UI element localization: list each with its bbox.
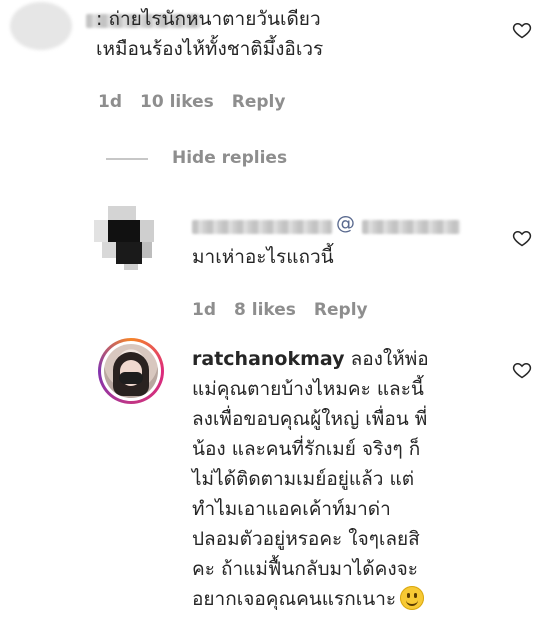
comment-time: 1d <box>98 92 122 112</box>
reply-line: ไม่ได้ติดตามเมย์อยู่แล้ว แต่ <box>192 468 415 490</box>
reply-meta: 1d 8 likes Reply <box>192 300 386 320</box>
reply-line: ปลอมตัวอยู่หรอคะ ใจๆเลยสิ <box>192 528 420 550</box>
hide-replies-button[interactable]: Hide replies <box>172 148 287 168</box>
comment-text: : ถ่ายไรนักหนาตายวันเดียว เหมือนร้องไห้ท… <box>96 8 324 60</box>
mention-redacted[interactable] <box>362 220 460 234</box>
like-heart-icon[interactable] <box>512 360 532 380</box>
reply-button[interactable]: Reply <box>232 92 286 112</box>
reply-line: น้อง และคนที่รักเมย์ จริงๆ ก็ <box>192 438 421 460</box>
reply-line: ทำไมเอาแอคเค้าท์มาด่า <box>192 498 391 520</box>
replies-divider <box>106 158 148 160</box>
reply-line: อยากเจอคุณคนแรกเนาะ <box>192 588 397 610</box>
avatar-story-ring[interactable] <box>98 338 164 404</box>
smiling-face-emoji-icon <box>400 586 425 610</box>
avatar[interactable] <box>94 206 158 270</box>
reply-text: ratchanokmay ลองให้พ่อ แม่คุณตายบ้างไหมค… <box>192 344 512 614</box>
avatar-frame <box>101 341 161 401</box>
reply-likes[interactable]: 8 likes <box>234 300 296 320</box>
avatar <box>104 344 158 398</box>
mention-link[interactable]: @ <box>336 208 355 238</box>
reply-button[interactable]: Reply <box>314 300 368 320</box>
like-heart-icon[interactable] <box>512 20 532 40</box>
comment-meta: 1d 10 likes Reply <box>98 92 303 112</box>
reply-line: แม่คุณตายบ้างไหมคะ และนี้ <box>192 378 424 400</box>
reply-line: ลงเพื่อขอบคุณผู้ใหญ่ เพื่อน พี่ <box>192 408 428 430</box>
comment-likes[interactable]: 10 likes <box>140 92 214 112</box>
reply-text: มาเห่าอะไรแถวนี้ <box>192 246 334 268</box>
reply-line: คะ ถ้าแม่ฟื้นกลับมาได้คงจะ <box>192 558 418 580</box>
like-heart-icon[interactable] <box>512 228 532 248</box>
avatar[interactable] <box>10 2 72 50</box>
username[interactable]: ratchanokmay <box>192 348 345 370</box>
reply-line: ลองให้พ่อ <box>350 348 429 370</box>
username-redacted[interactable] <box>192 220 332 234</box>
reply-time: 1d <box>192 300 216 320</box>
